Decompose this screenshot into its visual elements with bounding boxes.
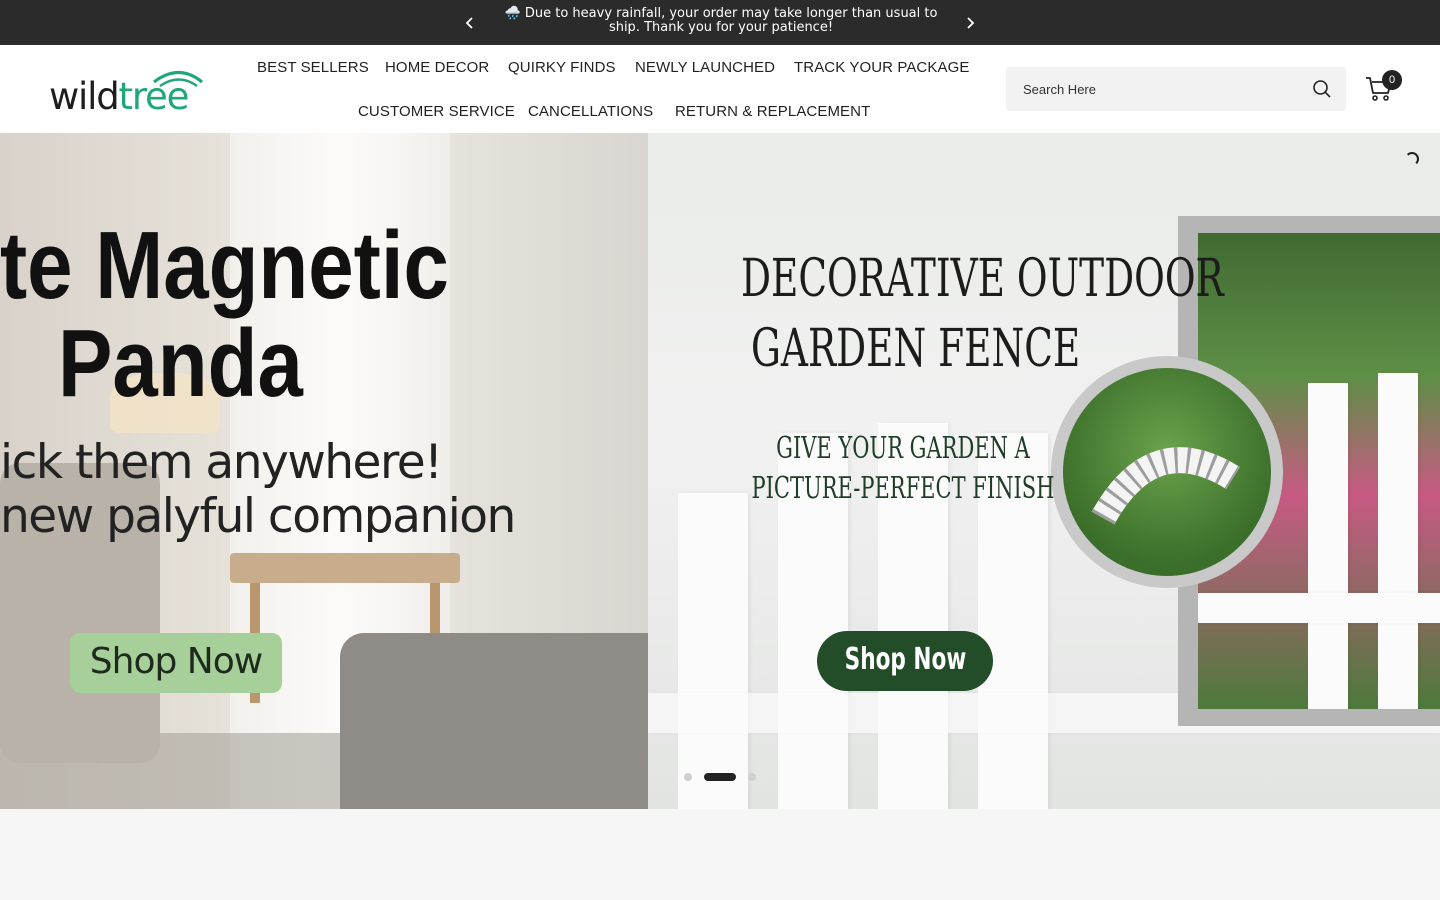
search-icon[interactable] [1312,79,1332,99]
fence-roll-icon [1091,447,1240,525]
loading-spinner-icon [1405,152,1419,166]
slide-title-1: DECORATIVE OUTDOOR [741,249,1224,309]
search-input[interactable] [1006,67,1296,111]
announcement-next-button[interactable] [960,13,980,33]
nav-newly-launched[interactable]: NEWLY LAUNCHED [635,59,775,76]
slide-headline-2: Panda [58,310,303,417]
shop-now-label: Shop Now [844,642,966,677]
site-header: wildtree BEST SELLERS HOME DECOR QUIRKY … [0,45,1440,133]
announcement-prev-button[interactable] [460,13,480,33]
announcement-text: 🌧️ Due to heavy rainfall, your order may… [504,6,938,35]
nav-return-replacement[interactable]: RETURN & REPLACEMENT [675,103,870,120]
shop-now-button[interactable]: Shop Now [70,633,282,693]
chevron-right-icon [967,17,975,29]
shop-now-button[interactable]: Shop Now [817,631,993,691]
hero-slide-panda[interactable]: te Magnetic Panda ick them anywhere! new… [0,133,648,809]
slide-headline-1: te Magnetic [0,212,449,319]
slide-line-2: new palyful companion [0,489,516,544]
fence-picket [1378,373,1418,709]
nav-customer-service[interactable]: CUSTOMER SERVICE [358,103,515,120]
wildtree-logo[interactable]: wildtree [48,67,208,113]
carousel-dot-2[interactable] [704,773,736,781]
fence-picket [678,493,748,809]
nav-cancellations[interactable]: CANCELLATIONS [528,103,653,120]
slide-subtitle-1: GIVE YOUR GARDEN A [776,431,1030,466]
table-graphic [230,553,460,583]
fence-picket [1308,383,1348,709]
search-box [1006,67,1346,111]
cart-count-badge: 0 [1382,70,1402,90]
hero-carousel: te Magnetic Panda ick them anywhere! new… [0,133,1440,809]
nav-track-package[interactable]: TRACK YOUR PACKAGE [794,59,969,76]
carousel-dot-1[interactable] [684,773,692,781]
announcement-bar: 🌧️ Due to heavy rainfall, your order may… [0,0,1440,45]
fence-rail [1198,593,1440,623]
chevron-left-icon [465,17,473,29]
slide-title-2: GARDEN FENCE [751,319,1081,379]
nav-home-decor[interactable]: HOME DECOR [385,59,489,76]
product-circle-photo [1063,368,1271,576]
hero-slide-garden-fence[interactable]: DECORATIVE OUTDOOR GARDEN FENCE GIVE YOU… [648,133,1440,809]
logo-text: wildtree [49,75,188,113]
slide-subtitle-2: PICTURE-PERFECT FINISH [751,471,1055,506]
sofa-graphic [340,633,648,809]
slide-line-1: ick them anywhere! [0,435,443,490]
nav-quirky-finds[interactable]: QUIRKY FINDS [508,59,616,76]
carousel-dot-3[interactable] [748,773,756,781]
nav-best-sellers[interactable]: BEST SELLERS [257,59,369,76]
